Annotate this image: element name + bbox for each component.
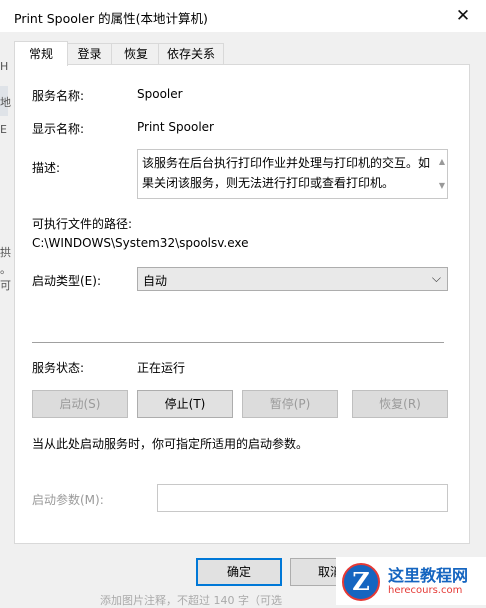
background-text: E <box>0 123 7 136</box>
description-text: 该服务在后台执行打印作业并处理与打印机的交互。如果关闭该服务，则无法进行打印或查… <box>142 156 431 190</box>
watermark-url: herecours.com <box>388 585 463 596</box>
start-button[interactable]: 启动(S) <box>32 390 128 418</box>
background-text: 。 <box>0 263 11 276</box>
title-bar[interactable]: Print Spooler 的属性(本地计算机) ✕ <box>0 0 486 32</box>
startup-type-value: 自动 <box>143 274 168 288</box>
chevron-down-icon: ⌵ <box>431 271 441 285</box>
window-title: Print Spooler 的属性(本地计算机) <box>14 11 208 26</box>
section-divider <box>32 342 444 343</box>
background-text: H <box>0 60 9 73</box>
scroll-down-icon[interactable]: ▼ <box>439 176 445 196</box>
service-properties-dialog: H 地 E 拱 。 可 添加图片注释，不超过 140 字（可选 Print Sp… <box>0 0 486 607</box>
display-name-label: 显示名称: <box>32 122 85 136</box>
general-tab-panel: 服务名称: Spooler 显示名称: Print Spooler 描述: 该服… <box>14 64 470 544</box>
service-name-label: 服务名称: <box>32 89 85 103</box>
startup-type-select[interactable]: 自动 ⌵ <box>137 267 448 291</box>
start-params-input[interactable] <box>157 484 448 512</box>
description-label: 描述: <box>32 161 61 175</box>
service-name-value[interactable]: Spooler <box>137 87 183 101</box>
tab-logon[interactable]: 登录 <box>65 43 114 65</box>
background-text: 地 <box>0 96 11 109</box>
exe-path-label: 可执行文件的路径: <box>32 217 133 231</box>
service-status-value: 正在运行 <box>137 361 186 375</box>
ok-button[interactable]: 确定 <box>196 558 282 586</box>
resume-button[interactable]: 恢复(R) <box>352 390 448 418</box>
description-textbox[interactable]: 该服务在后台执行打印作业并处理与打印机的交互。如果关闭该服务，则无法进行打印或查… <box>137 149 448 199</box>
display-name-value[interactable]: Print Spooler <box>137 120 214 134</box>
stop-button[interactable]: 停止(T) <box>137 390 233 418</box>
close-icon: ✕ <box>455 6 471 26</box>
tab-general[interactable]: 常规 <box>14 41 68 66</box>
background-caption: 添加图片注释，不超过 140 字（可选 <box>100 594 282 607</box>
scroll-up-icon[interactable]: ▲ <box>439 152 445 172</box>
site-logo-icon: Z <box>342 563 380 601</box>
tab-recovery[interactable]: 恢复 <box>111 43 161 65</box>
startup-type-label: 启动类型(E): <box>32 274 101 288</box>
exe-path-value[interactable]: C:\WINDOWS\System32\spoolsv.exe <box>32 236 249 250</box>
close-button[interactable]: ✕ <box>440 0 486 32</box>
start-params-hint: 当从此处启动服务时，你可指定所适用的启动参数。 <box>32 437 309 451</box>
service-status-label: 服务状态: <box>32 361 85 375</box>
tab-dependencies[interactable]: 依存关系 <box>158 43 224 65</box>
pause-button[interactable]: 暂停(P) <box>242 390 338 418</box>
site-watermark: Z 这里教程网 herecours.com <box>336 557 486 605</box>
start-params-label: 启动参数(M): <box>32 493 104 507</box>
background-text: 拱 <box>0 246 11 259</box>
background-text: 可 <box>0 279 11 292</box>
watermark-site-name: 这里教程网 <box>388 566 469 585</box>
